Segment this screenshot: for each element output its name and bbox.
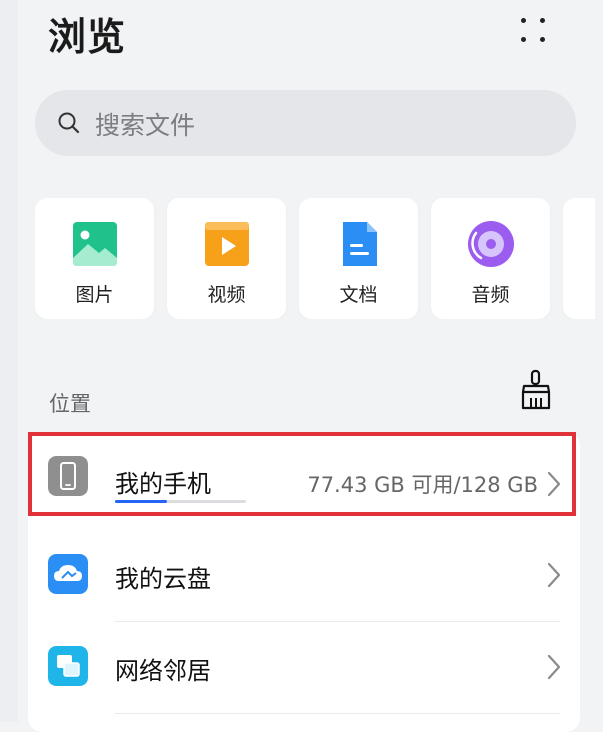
broom-icon[interactable]	[516, 368, 556, 412]
chevron-right-icon	[547, 654, 561, 680]
document-icon	[343, 222, 377, 266]
category-videos[interactable]: 视频	[167, 198, 286, 319]
location-my-cloud[interactable]: 我的云盘	[28, 530, 580, 622]
storage-progress-fill	[115, 500, 167, 503]
category-documents[interactable]: 文档	[299, 198, 418, 319]
location-name: 我的手机	[115, 470, 211, 498]
category-audio[interactable]: 音频	[431, 198, 550, 319]
locations-list: 我的手机 77.43 GB 可用/128 GB 我的云盘 网络邻居	[28, 432, 580, 732]
storage-progress-bar	[115, 500, 246, 503]
category-label: 图片	[75, 284, 114, 306]
search-placeholder: 搜索文件	[95, 111, 196, 140]
category-label: 音频	[471, 284, 510, 306]
location-name: 网络邻居	[115, 657, 211, 685]
left-edge-strip	[0, 0, 18, 722]
category-label: 视频	[207, 284, 246, 306]
location-network-neighborhood[interactable]: 网络邻居	[28, 622, 580, 714]
image-icon	[73, 222, 117, 266]
section-label-locations: 位置	[49, 392, 91, 416]
chevron-right-icon	[547, 562, 561, 588]
more-dots-icon[interactable]	[515, 12, 551, 48]
video-icon	[205, 222, 249, 266]
location-my-phone[interactable]: 我的手机 77.43 GB 可用/128 GB	[28, 432, 580, 524]
category-row: 图片 视频 文档 音频	[35, 198, 595, 319]
category-images[interactable]: 图片	[35, 198, 154, 319]
network-icon	[48, 646, 88, 686]
search-bar[interactable]: 搜索文件	[35, 90, 576, 156]
search-icon	[58, 112, 80, 134]
cloud-icon	[48, 554, 88, 594]
location-name: 我的云盘	[115, 565, 211, 593]
audio-icon	[468, 221, 514, 267]
row-divider	[115, 713, 560, 714]
category-label: 文档	[339, 284, 378, 306]
page-title: 浏览	[48, 15, 127, 59]
category-more-partial[interactable]	[563, 198, 595, 319]
storage-info: 77.43 GB 可用/128 GB	[307, 473, 538, 497]
chevron-right-icon	[547, 471, 561, 497]
phone-icon	[48, 456, 88, 496]
